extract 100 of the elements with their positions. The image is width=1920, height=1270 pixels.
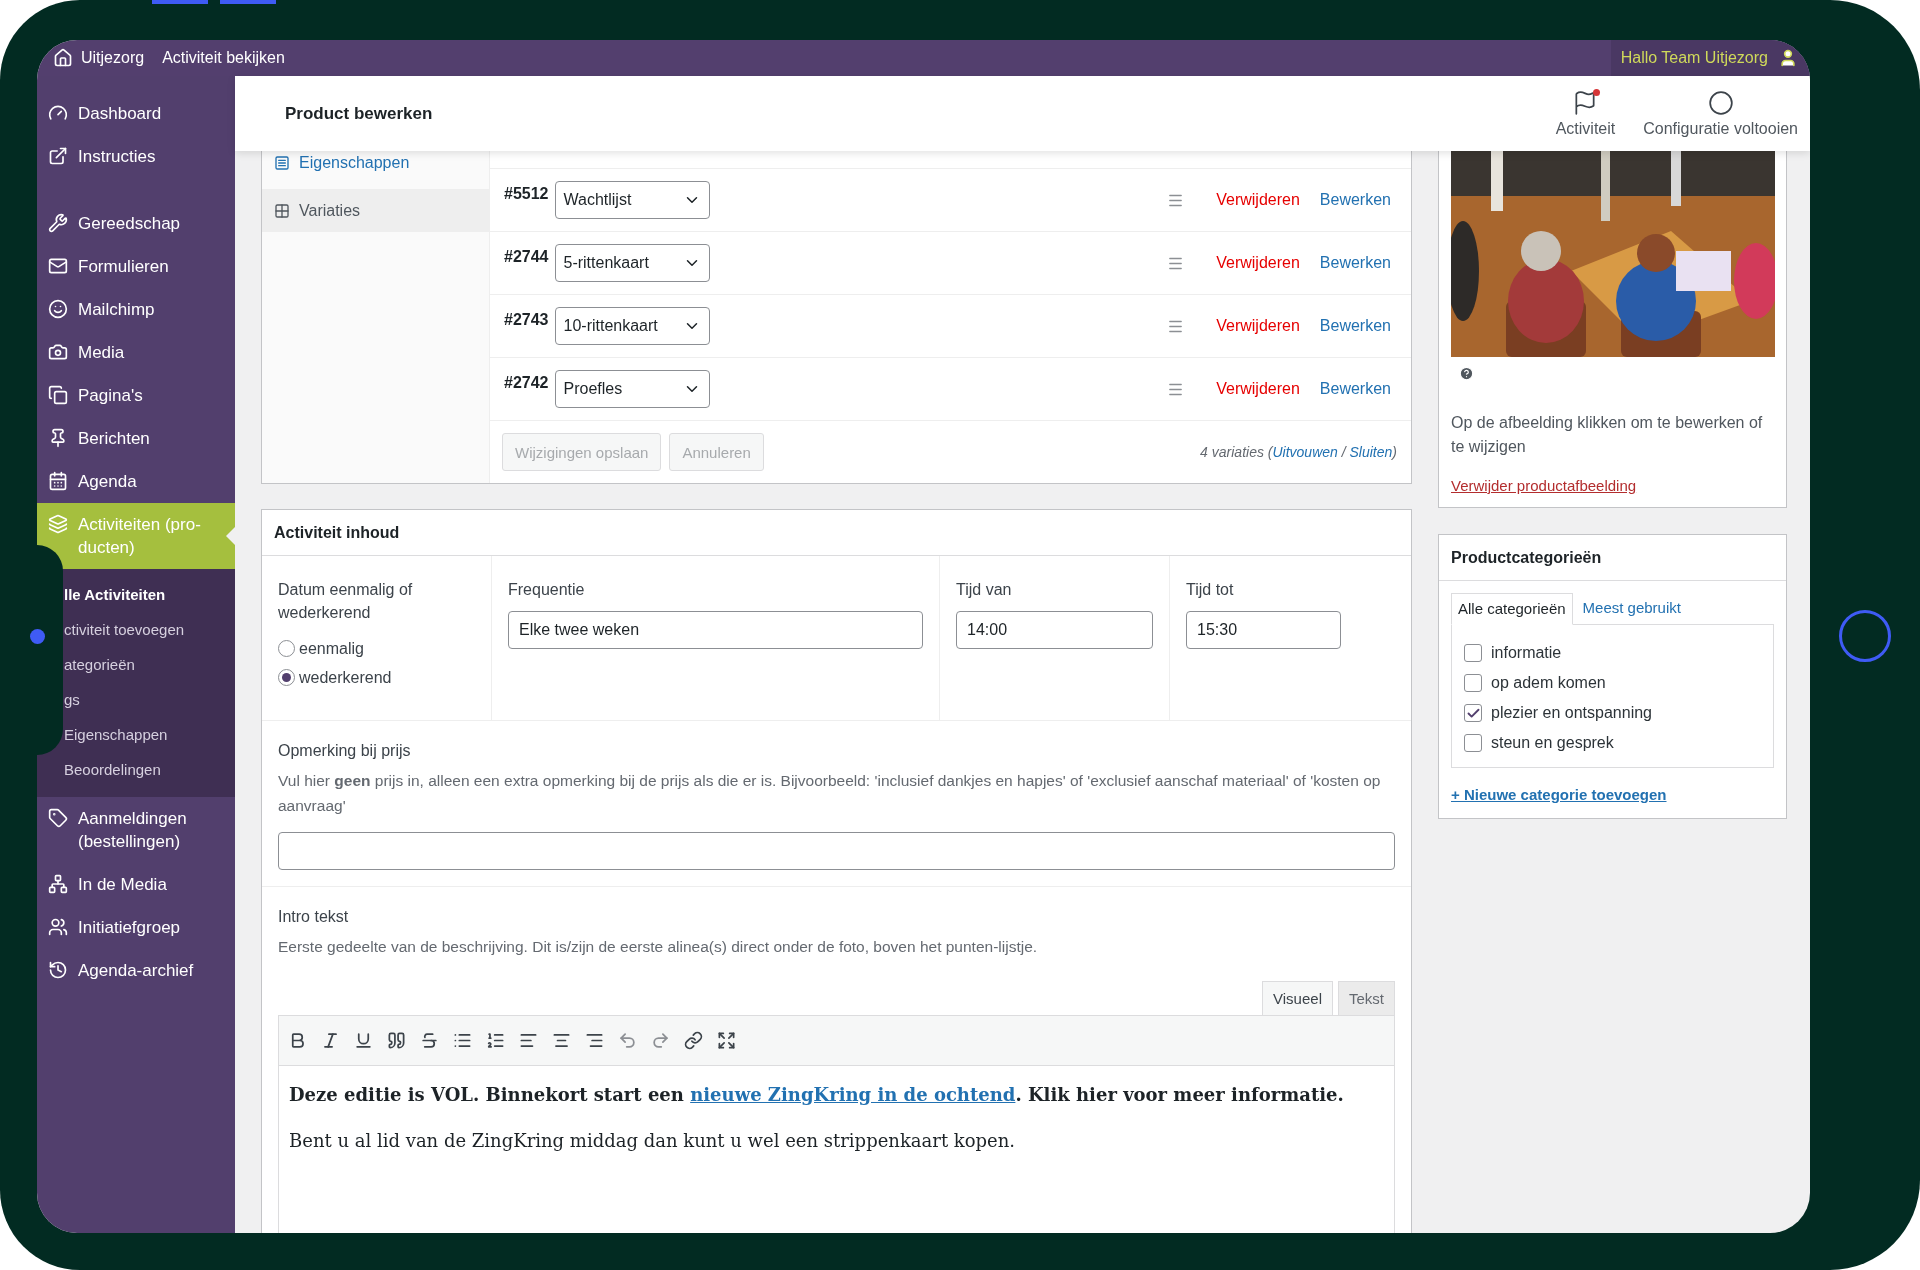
sidebar-item[interactable]: Gereedschap	[37, 202, 235, 245]
submenu-item[interactable]: Eigenschappen	[64, 723, 168, 746]
remove-image-link[interactable]: Verwijder productafbeelding	[1451, 477, 1637, 494]
variation-id: #2742	[504, 374, 549, 392]
field-label: Datum eenmalig of wederkerend	[278, 580, 414, 623]
expand-link[interactable]: Uitvouwen	[1272, 444, 1338, 460]
calendar-icon	[48, 471, 68, 491]
editor-paragraph: Bent u al lid van de ZingKring middag dan kunt u wel een strippenkaart kopen.	[289, 1129, 1017, 1153]
align-center-icon[interactable]	[552, 1031, 571, 1050]
frequency-field[interactable]: Elke twee weken	[508, 611, 923, 649]
grid-icon	[274, 202, 290, 219]
checkbox-label: steun en gesprek	[1491, 734, 1614, 752]
circle-icon	[1707, 89, 1734, 116]
home-icon	[53, 48, 73, 68]
external-link-icon	[48, 146, 68, 166]
submenu-item[interactable]: Beoordelingen	[64, 758, 161, 781]
field-label: Tijd tot	[1186, 580, 1235, 600]
text-link[interactable]: nieuwe ZingKring in de ochtend	[690, 1084, 1016, 1105]
sidebar-item[interactable]: In de Media	[37, 863, 235, 906]
list-icon	[274, 155, 290, 171]
add-category-link[interactable]: + Nieuwe categorie toevoegen	[1451, 786, 1667, 803]
submenu-item[interactable]: ctiviteit toevoegen	[64, 618, 185, 641]
field-label: Intro tekst	[278, 907, 350, 927]
sidebar-item[interactable]: Media	[37, 331, 235, 374]
time-field[interactable]: 14:00	[956, 611, 1153, 649]
submenu-item[interactable]: ategorieën	[64, 653, 135, 676]
remove-link[interactable]: Verwijderen	[1216, 191, 1300, 209]
flag-icon	[1572, 89, 1599, 116]
checkbox-label: op adem komen	[1491, 674, 1606, 692]
edit-link[interactable]: Bewerken	[1319, 191, 1391, 209]
variation-select[interactable]: Proefles	[554, 370, 710, 408]
variation-id: #2744	[504, 248, 549, 266]
quote-icon[interactable]	[387, 1031, 406, 1050]
checkbox[interactable]	[1464, 704, 1482, 722]
field-description: Vul hier geen prijs in, alleen een extra opmerking bij de prijs als die er is. Bijvoorbeeld: 'inclusief dankjes en hapjes' of 'exclusief aanschaf materiaal' of 'kosten op aanvraag'	[278, 771, 1382, 816]
checkbox-label: informatie	[1491, 644, 1562, 662]
sidebar-item[interactable]: Instructies	[37, 135, 235, 178]
header-action[interactable]: Activiteit	[1555, 89, 1616, 138]
align-right-icon[interactable]	[585, 1031, 604, 1050]
pushpin-icon	[48, 428, 68, 448]
checkbox[interactable]	[1464, 734, 1482, 752]
variation-select[interactable]: 10-rittenkaart	[554, 307, 710, 345]
sidebar-item[interactable]: Formulieren	[37, 245, 235, 288]
edit-link[interactable]: Bewerken	[1319, 380, 1391, 398]
editor-area[interactable]: Deze editie is VOL. Binnekort start een nieuwe ZingKring in de ochtend. Klik hier voor meer informatie. Bent u al lid van de ZingKring middag dan kunt u wel een strippenkaart kopen.	[278, 1066, 1395, 1233]
sidebar-item[interactable]: Dashboard	[37, 92, 235, 135]
editor-tab[interactable]: Tekst	[1338, 981, 1395, 1015]
smiley-icon	[48, 299, 68, 319]
remove-link[interactable]: Verwijderen	[1216, 254, 1300, 272]
underline-icon[interactable]	[354, 1031, 373, 1050]
price-note-field[interactable]	[278, 832, 1395, 870]
sidebar-item[interactable]: Agenda-archief	[37, 949, 235, 992]
field-description: Eerste gedeelte van de beschrijving. Dit is/zijn de eerste alinea(s) direct onder de foto, boven het punten-lijstje.	[278, 937, 1039, 957]
ring-icon	[1839, 610, 1891, 662]
sidebar-item[interactable]: Mailchimp	[37, 288, 235, 331]
site-link[interactable]: Uitjezorg	[53, 48, 145, 68]
italic-icon[interactable]	[321, 1031, 340, 1050]
undo-icon[interactable]	[618, 1031, 637, 1050]
align-left-icon[interactable]	[519, 1031, 538, 1050]
radio-label: wederkerend	[299, 668, 392, 687]
sidebar-item[interactable]: Initiatiefgroep	[37, 906, 235, 949]
help-icon[interactable]	[1459, 366, 1474, 381]
editor-paragraph: Deze editie is VOL. Binnekort start een nieuwe ZingKring in de ochtend. Klik hier voor meer informatie.	[289, 1083, 1345, 1107]
field-label: Opmerking bij prijs	[278, 741, 412, 761]
history-icon	[48, 960, 68, 980]
panel-tab[interactable]: Variaties	[262, 189, 489, 232]
edit-link[interactable]: Bewerken	[1319, 317, 1391, 335]
sidebar-item[interactable]: Aanmeldingen (bestellingen)	[37, 797, 235, 863]
time-field[interactable]: 15:30	[1186, 611, 1341, 649]
edit-link[interactable]: Bewerken	[1319, 254, 1391, 272]
account-menu[interactable]: Hallo Team Uitjezorg	[1610, 40, 1810, 76]
bullet-list-icon[interactable]	[453, 1031, 472, 1050]
variation-select[interactable]: Wachtlijst	[554, 181, 710, 219]
sidebar-item[interactable]: Berichten	[37, 417, 235, 460]
editor-tab[interactable]: Visueel	[1262, 981, 1333, 1015]
submenu-item[interactable]: lle Activiteiten	[64, 583, 166, 606]
link-icon[interactable]	[684, 1031, 703, 1050]
checkbox[interactable]	[1464, 644, 1482, 662]
remove-link[interactable]: Verwijderen	[1216, 380, 1300, 398]
category-tab[interactable]: Alle categorieën	[1451, 593, 1573, 625]
redo-icon[interactable]	[651, 1031, 670, 1050]
submenu-item[interactable]: gs	[64, 688, 80, 711]
numbered-list-icon[interactable]	[486, 1031, 505, 1050]
checkbox[interactable]	[1464, 674, 1482, 692]
sidebar-item[interactable]: Agenda	[37, 460, 235, 503]
pages-icon	[48, 385, 68, 405]
view-link[interactable]: Activiteit bekijken	[162, 49, 285, 67]
fullscreen-icon[interactable]	[717, 1031, 736, 1050]
remove-link[interactable]: Verwijderen	[1216, 317, 1300, 335]
variation-id: #5512	[504, 185, 549, 203]
panel-title: Productcategorieën	[1439, 535, 1786, 581]
tag-icon	[48, 808, 68, 828]
variation-select[interactable]: 5-rittenkaart	[554, 244, 710, 282]
panel-title: Activiteit inhoud	[262, 510, 1411, 556]
strikethrough-icon[interactable]	[420, 1031, 439, 1050]
header-action[interactable]: Configuratie voltooien	[1643, 89, 1798, 138]
panel-tab[interactable]: Eigenschappen	[262, 151, 489, 175]
image-hint: Op de afbeelding klikken om te bewerken of te wijzigen	[1451, 413, 1764, 457]
category-tab[interactable]: Meest gebruikt	[1572, 593, 1687, 624]
sidebar-item[interactable]: Pagina's	[37, 374, 235, 417]
